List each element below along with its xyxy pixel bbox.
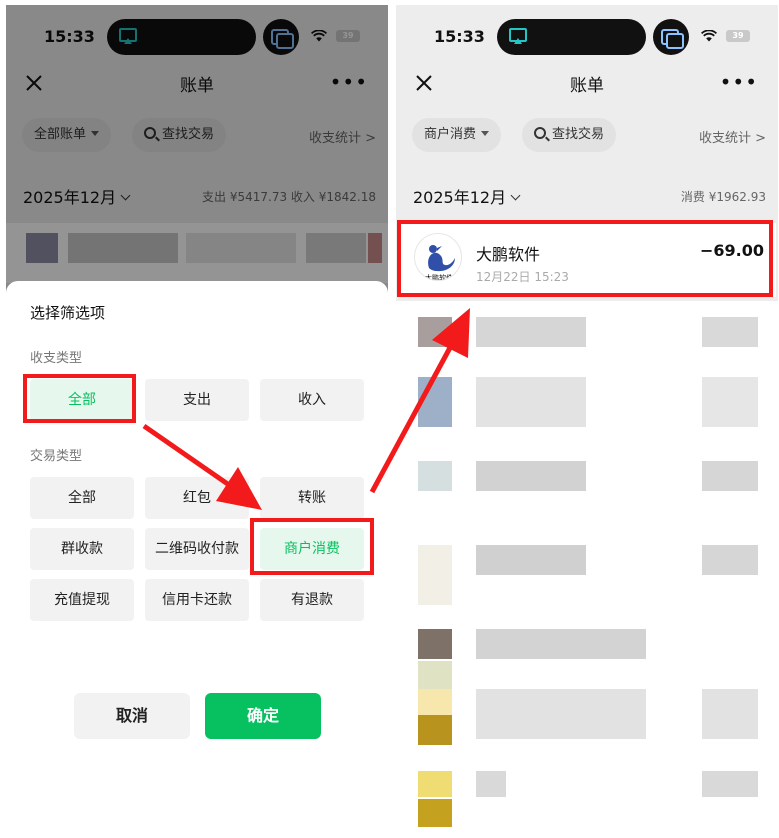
filter-bar: 商户消费 查找交易 收支统计 > <box>396 115 778 155</box>
blur-block <box>476 545 586 575</box>
blur-block <box>418 661 452 691</box>
more-icon[interactable]: ••• <box>720 70 758 94</box>
month-picker[interactable]: 2025年12月 <box>413 184 521 208</box>
type-option-expense[interactable]: 支出 <box>145 379 249 421</box>
trade-option-transfer[interactable]: 转账 <box>260 477 364 519</box>
blur-block <box>702 545 758 575</box>
section-label-trade-type: 交易类型 <box>30 449 83 464</box>
nav-bar: 账单 ••• <box>396 65 778 101</box>
blur-block <box>418 715 452 745</box>
search-label: 查找交易 <box>552 127 605 142</box>
trade-option-red-packet[interactable]: 红包 <box>145 477 249 519</box>
blur-block <box>418 545 452 605</box>
trade-option-topup-withdraw[interactable]: 充值提现 <box>30 579 134 621</box>
caret-down-icon <box>481 131 490 136</box>
multitask-icon <box>653 19 689 55</box>
blur-block <box>418 799 452 827</box>
status-time: 15:33 <box>434 27 485 46</box>
highlight-box-transaction <box>397 220 773 297</box>
cancel-button[interactable]: 取消 <box>74 693 190 739</box>
status-bar: 15:33 39 <box>396 5 778 65</box>
blur-block <box>476 629 646 659</box>
wifi-icon <box>701 30 717 42</box>
blur-block <box>476 771 506 797</box>
highlight-box-all <box>23 374 136 423</box>
screen-cast-icon <box>509 28 527 44</box>
blur-block <box>418 689 452 715</box>
right-screenshot: 15:33 39 账单 ••• 商户消费 查找交易 收支统计 > 2025年12… <box>396 5 778 831</box>
trade-option-refund[interactable]: 有退款 <box>260 579 364 621</box>
search-icon <box>534 127 546 139</box>
section-label-income-type: 收支类型 <box>30 351 83 366</box>
dynamic-island <box>497 19 646 55</box>
sheet-title: 选择筛选项 <box>30 304 106 322</box>
month-header: 2025年12月 消费 ¥1962.93 <box>396 180 778 210</box>
trade-option-group-collect[interactable]: 群收款 <box>30 528 134 570</box>
blur-block <box>418 629 452 659</box>
account-filter-label: 商户消费 <box>424 127 477 142</box>
blur-block <box>702 377 758 427</box>
search-transaction-button[interactable]: 查找交易 <box>522 118 617 152</box>
blur-block <box>702 689 758 739</box>
blur-block <box>702 461 758 491</box>
blur-block <box>702 771 758 797</box>
blur-block <box>418 771 452 797</box>
type-option-income[interactable]: 收入 <box>260 379 364 421</box>
stats-link[interactable]: 收支统计 > <box>699 127 766 146</box>
blur-block <box>418 317 452 347</box>
account-filter-button[interactable]: 商户消费 <box>412 118 502 152</box>
blurred-list <box>396 301 778 831</box>
month-totals: 消费 ¥1962.93 <box>680 190 766 204</box>
blur-block <box>418 377 452 427</box>
trade-option-qr-payment[interactable]: 二维码收付款 <box>145 528 249 570</box>
blur-block <box>418 461 452 491</box>
confirm-button[interactable]: 确定 <box>205 693 321 739</box>
chevron-down-icon <box>510 190 521 201</box>
trade-option-credit-card[interactable]: 信用卡还款 <box>145 579 249 621</box>
battery-icon: 39 <box>726 30 750 42</box>
blur-block <box>476 317 586 347</box>
month-label: 2025年12月 <box>413 188 507 207</box>
trade-option-all[interactable]: 全部 <box>30 477 134 519</box>
highlight-box-merchant <box>250 518 374 575</box>
blur-block <box>476 461 586 491</box>
blur-block <box>476 377 586 427</box>
blur-block <box>702 317 758 347</box>
blur-block <box>476 689 646 739</box>
